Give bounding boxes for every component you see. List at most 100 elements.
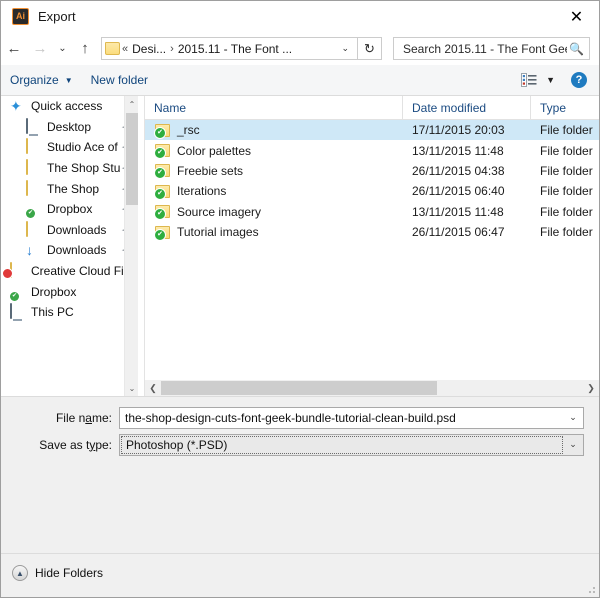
dropbox-icon	[26, 201, 42, 219]
cell-type: File folder	[540, 163, 593, 178]
cell-type: File folder	[540, 204, 593, 219]
scroll-up-arrow-icon[interactable]: ⌃	[125, 96, 138, 112]
file-rows: _rsc17/11/2015 20:03File folderColor pal…	[145, 120, 599, 242]
export-file-dialog: Ai Export ✕ ← → ⌄ ↑ « Desi... › 2015.11 …	[0, 0, 600, 598]
hscroll-track[interactable]	[161, 380, 583, 396]
cell-date-modified: 26/11/2015 06:40	[412, 184, 505, 199]
cell-date-modified: 17/11/2015 20:03	[412, 123, 505, 138]
hscroll-thumb[interactable]	[161, 381, 437, 395]
navigation-pane: ✦Quick accessDesktop➤Studio Ace of➤The S…	[1, 96, 138, 396]
search-icon[interactable]: 🔍	[569, 42, 584, 56]
address-bar-breadcrumb[interactable]: « Desi... › 2015.11 - The Font ... ⌄	[101, 37, 358, 60]
table-row[interactable]: Color palettes 13/11/2015 11:48 File folde…	[145, 140, 599, 160]
cell-date-modified: 26/11/2015 06:47	[412, 225, 505, 240]
table-row[interactable]: Tutorial images 26/11/2015 06:47 File fold…	[145, 222, 599, 242]
file-name-text: Iterations	[177, 184, 227, 199]
recent-locations-chevron-down-icon[interactable]: ⌄	[53, 36, 72, 62]
folder-icon	[105, 42, 120, 55]
cell-name: _rsc	[145, 123, 403, 139]
scroll-left-arrow-icon[interactable]: ❮	[145, 380, 161, 396]
monitor-icon	[10, 303, 26, 320]
folder-icon	[26, 220, 42, 238]
cell-type: File folder	[540, 184, 593, 199]
column-header-type[interactable]: Type	[531, 96, 599, 120]
sidebar-item-dropbox[interactable]: Dropbox	[1, 281, 138, 302]
cell-name: Color palettes	[145, 144, 403, 160]
folder-icon	[26, 159, 42, 176]
file-list-horizontal-scrollbar[interactable]: ❮ ❯	[145, 380, 599, 396]
chevron-down-icon[interactable]: ⌄	[563, 439, 583, 450]
table-row[interactable]: Iterations 26/11/2015 06:40 File folder	[145, 181, 599, 201]
search-box[interactable]: 🔍	[393, 37, 590, 60]
sidebar-scroll-thumb[interactable]	[126, 113, 138, 205]
folder-icon	[154, 164, 170, 180]
sidebar-item-downloads[interactable]: Downloads➤	[1, 220, 138, 241]
address-chevron-down-icon[interactable]: ⌄	[337, 43, 357, 54]
file-name-text: _rsc	[177, 123, 200, 138]
help-icon[interactable]: ?	[571, 72, 587, 88]
search-input[interactable]	[401, 40, 570, 57]
table-row[interactable]: Source imagery 13/11/2015 11:48 File folde…	[145, 202, 599, 222]
sidebar-item-label: Downloads	[47, 243, 107, 258]
folder-icon	[154, 144, 170, 160]
sidebar-item-label: Quick access	[31, 99, 103, 114]
up-button[interactable]: ↑	[72, 36, 98, 62]
sidebar-item-studio-ace-of[interactable]: Studio Ace of➤	[1, 137, 138, 158]
new-folder-button[interactable]: New folder	[82, 69, 157, 91]
breadcrumb-segment-1[interactable]: Desi...	[130, 42, 168, 56]
column-header-name[interactable]: Name	[145, 96, 403, 120]
command-bar: Organize ▼ New folder ▼ ?	[1, 65, 599, 96]
cell-date-modified: 26/11/2015 04:38	[412, 163, 505, 178]
chevron-down-icon[interactable]: ⌄	[563, 412, 583, 423]
scroll-right-arrow-icon[interactable]: ❯	[583, 380, 599, 396]
chevron-down-icon: ▼	[64, 75, 73, 85]
cell-type: File folder	[540, 225, 593, 240]
view-chevron-down-icon[interactable]: ▼	[546, 75, 555, 85]
view-mode-button[interactable]: ▼	[521, 73, 559, 87]
resize-grip[interactable]	[586, 584, 596, 594]
save-as-type-value[interactable]: Photoshop (*.PSD)	[121, 435, 563, 454]
list-view-icon	[521, 73, 537, 87]
table-row[interactable]: _rsc 17/11/2015 20:03 File folder	[145, 120, 599, 141]
file-name-input[interactable]	[120, 409, 563, 426]
organize-button[interactable]: Organize ▼	[1, 69, 82, 91]
cell-date-modified: 13/11/2015 11:48	[412, 143, 504, 158]
sidebar-item-downloads[interactable]: ↓Downloads➤	[1, 240, 138, 261]
file-name-text: Freebie sets	[177, 163, 244, 178]
sidebar-item-quick-access[interactable]: ✦ Quick access	[1, 96, 138, 117]
sidebar-item-the-shop-stu[interactable]: The Shop Stu➤	[1, 158, 138, 179]
hide-folders-label: Hide Folders	[35, 566, 104, 580]
refresh-icon[interactable]: ↻	[358, 37, 382, 60]
sidebar-item-this-pc[interactable]: This PC	[1, 302, 138, 323]
sidebar-scrollbar[interactable]: ⌃ ⌄	[124, 96, 138, 396]
dialog-body: ✦Quick accessDesktop➤Studio Ace of➤The S…	[1, 96, 599, 396]
column-header-date-modified[interactable]: Date modified	[403, 96, 531, 120]
file-name-row: File name: ⌄	[1, 406, 599, 429]
sidebar-item-label: Downloads	[47, 222, 107, 237]
sidebar-item-creative-cloud-fil[interactable]: Creative Cloud Fil	[1, 261, 138, 282]
hide-folders-button[interactable]: ▲ Hide Folders	[12, 565, 103, 581]
file-name-combobox[interactable]: ⌄	[119, 406, 584, 429]
folder-icon	[154, 184, 170, 200]
monitor-icon	[26, 117, 42, 135]
scroll-down-arrow-icon[interactable]: ⌄	[125, 380, 138, 396]
dialog-footer: ▲ Hide Folders Export Cancel	[1, 553, 599, 597]
cell-name: Source imagery	[145, 205, 403, 221]
sidebar-item-dropbox[interactable]: Dropbox➤	[1, 199, 138, 220]
sidebar-item-label: Dropbox	[47, 202, 93, 217]
table-row[interactable]: Freebie sets 26/11/2015 04:38 File folder	[145, 161, 599, 181]
sidebar-item-desktop[interactable]: Desktop➤	[1, 117, 138, 138]
breadcrumb-segment-2[interactable]: 2015.11 - The Font ...	[176, 42, 294, 56]
collapse-up-arrow-icon: ▲	[12, 565, 28, 581]
sidebar-item-label: The Shop Stu	[47, 161, 121, 176]
close-icon[interactable]: ✕	[554, 1, 599, 32]
back-button[interactable]: ←	[1, 36, 27, 62]
folder-icon	[26, 179, 42, 197]
cell-name: Freebie sets	[145, 163, 403, 180]
sidebar-item-the-shop[interactable]: The Shop➤	[1, 178, 138, 199]
sidebar-item-label: Studio Ace of	[47, 140, 118, 155]
sidebar-item-label: Dropbox	[31, 284, 77, 299]
breadcrumb-overflow-icon[interactable]: «	[120, 43, 130, 55]
save-as-type-combobox[interactable]: Photoshop (*.PSD) ⌄	[119, 433, 584, 456]
cell-type: File folder	[540, 143, 593, 158]
